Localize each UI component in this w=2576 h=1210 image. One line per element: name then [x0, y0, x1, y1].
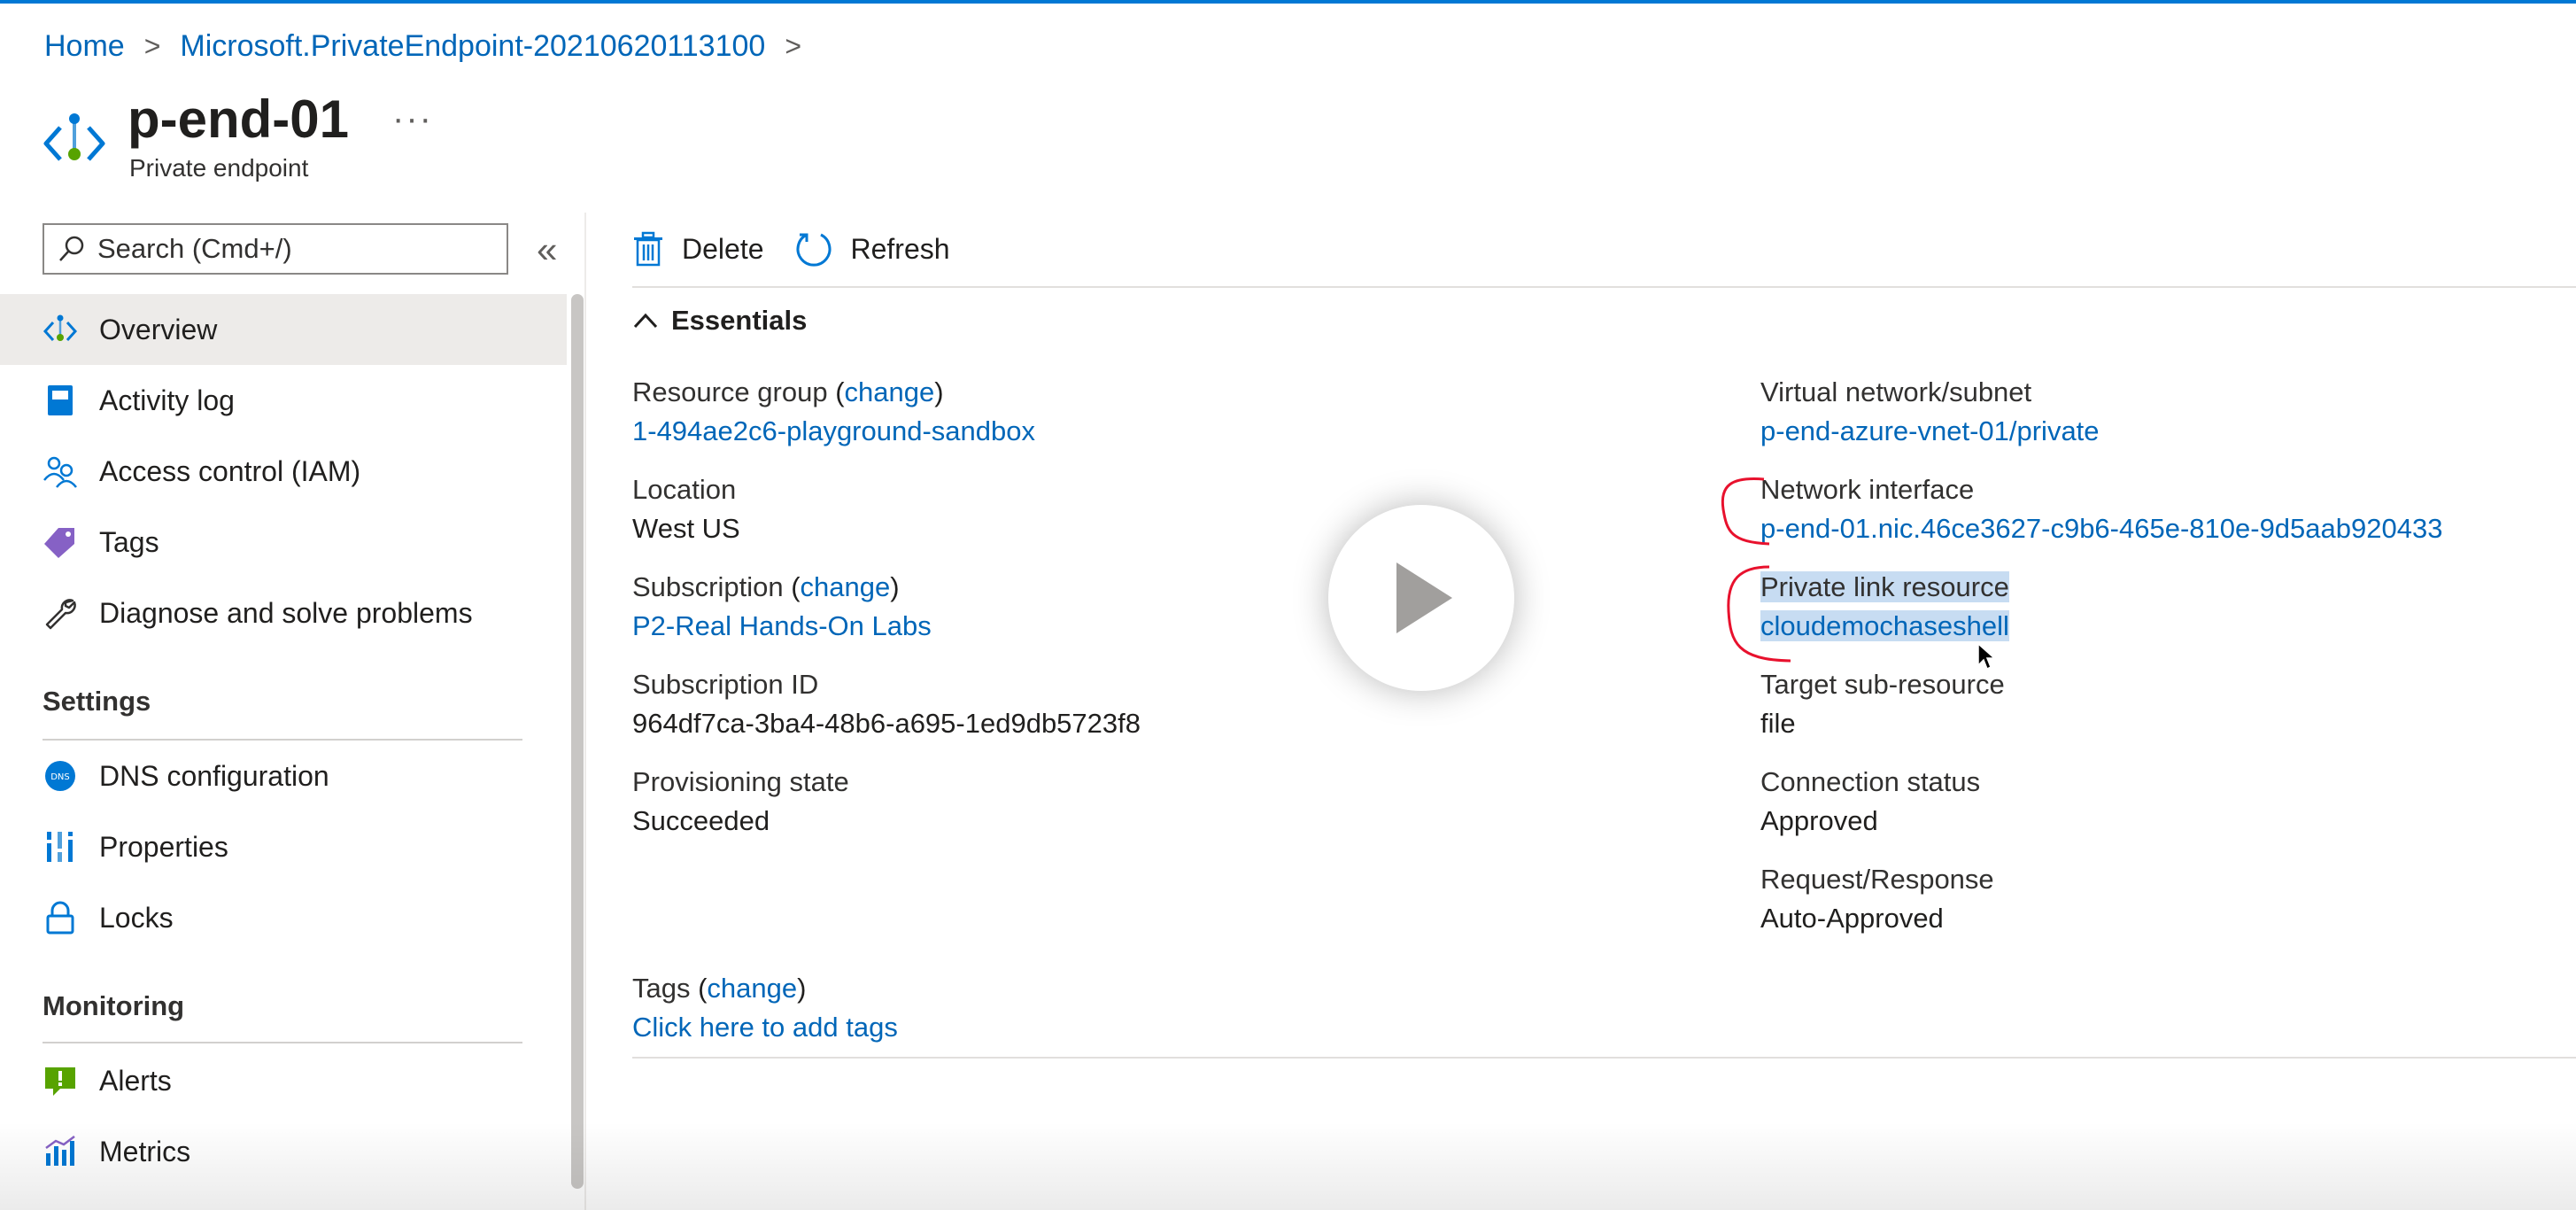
mouse-cursor-icon: [1977, 642, 1996, 671]
annotation-bracket: [1727, 565, 1791, 663]
play-icon: [1396, 562, 1452, 633]
annotation-bracket: [1721, 477, 1770, 546]
video-play-button[interactable]: [1328, 505, 1514, 691]
annotation-overlay: [1721, 477, 1791, 663]
